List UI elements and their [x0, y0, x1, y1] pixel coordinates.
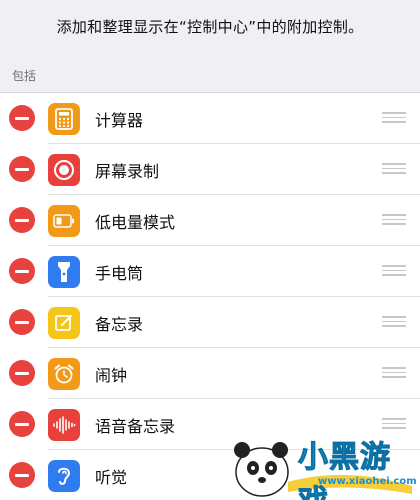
- remove-button[interactable]: [9, 360, 35, 386]
- hearing-icon: [48, 460, 80, 492]
- control-label: 语音备忘录: [95, 416, 176, 436]
- control-row-flashlight: 手电筒: [0, 246, 420, 297]
- control-label: 备忘录: [95, 314, 144, 334]
- reorder-handle[interactable]: [382, 367, 406, 379]
- control-row-voice-memos: 语音备忘录: [0, 399, 420, 450]
- remove-button[interactable]: [9, 258, 35, 284]
- screen-record-icon: [48, 154, 80, 186]
- remove-button[interactable]: [9, 462, 35, 488]
- control-label: 低电量模式: [95, 212, 176, 232]
- reorder-handle[interactable]: [382, 316, 406, 328]
- reorder-handle[interactable]: [382, 265, 406, 277]
- description-text: 添加和整理显示在“控制中心”中的附加控制。: [56, 17, 364, 36]
- control-label: 屏幕录制: [95, 161, 160, 181]
- alarm-icon: [48, 358, 80, 390]
- included-controls-list: 计算器 屏幕录制 低电量模式 手电筒 备忘录 闹钟 语音备忘录 听觉: [0, 92, 420, 500]
- reorder-handle[interactable]: [382, 112, 406, 124]
- remove-button[interactable]: [9, 105, 35, 131]
- flashlight-icon: [48, 256, 80, 288]
- reorder-handle[interactable]: [382, 418, 406, 430]
- remove-button[interactable]: [9, 156, 35, 182]
- notes-icon: [48, 307, 80, 339]
- calculator-icon: [48, 103, 80, 135]
- control-label: 计算器: [95, 110, 144, 130]
- control-row-screen-recording: 屏幕录制: [0, 144, 420, 195]
- control-label: 闹钟: [95, 365, 128, 385]
- remove-button[interactable]: [9, 309, 35, 335]
- control-row-notes: 备忘录: [0, 297, 420, 348]
- reorder-handle[interactable]: [382, 214, 406, 226]
- battery-icon: [48, 205, 80, 237]
- control-row-calculator: 计算器: [0, 93, 420, 144]
- voice-memo-icon: [48, 409, 80, 441]
- section-header-included: 包括: [12, 69, 37, 83]
- control-row-hearing: 听觉: [0, 450, 420, 500]
- control-label: 听觉: [95, 467, 128, 487]
- control-row-alarm: 闹钟: [0, 348, 420, 399]
- control-label: 手电筒: [95, 263, 144, 283]
- remove-button[interactable]: [9, 411, 35, 437]
- control-row-low-power-mode: 低电量模式: [0, 195, 420, 246]
- remove-button[interactable]: [9, 207, 35, 233]
- reorder-handle[interactable]: [382, 163, 406, 175]
